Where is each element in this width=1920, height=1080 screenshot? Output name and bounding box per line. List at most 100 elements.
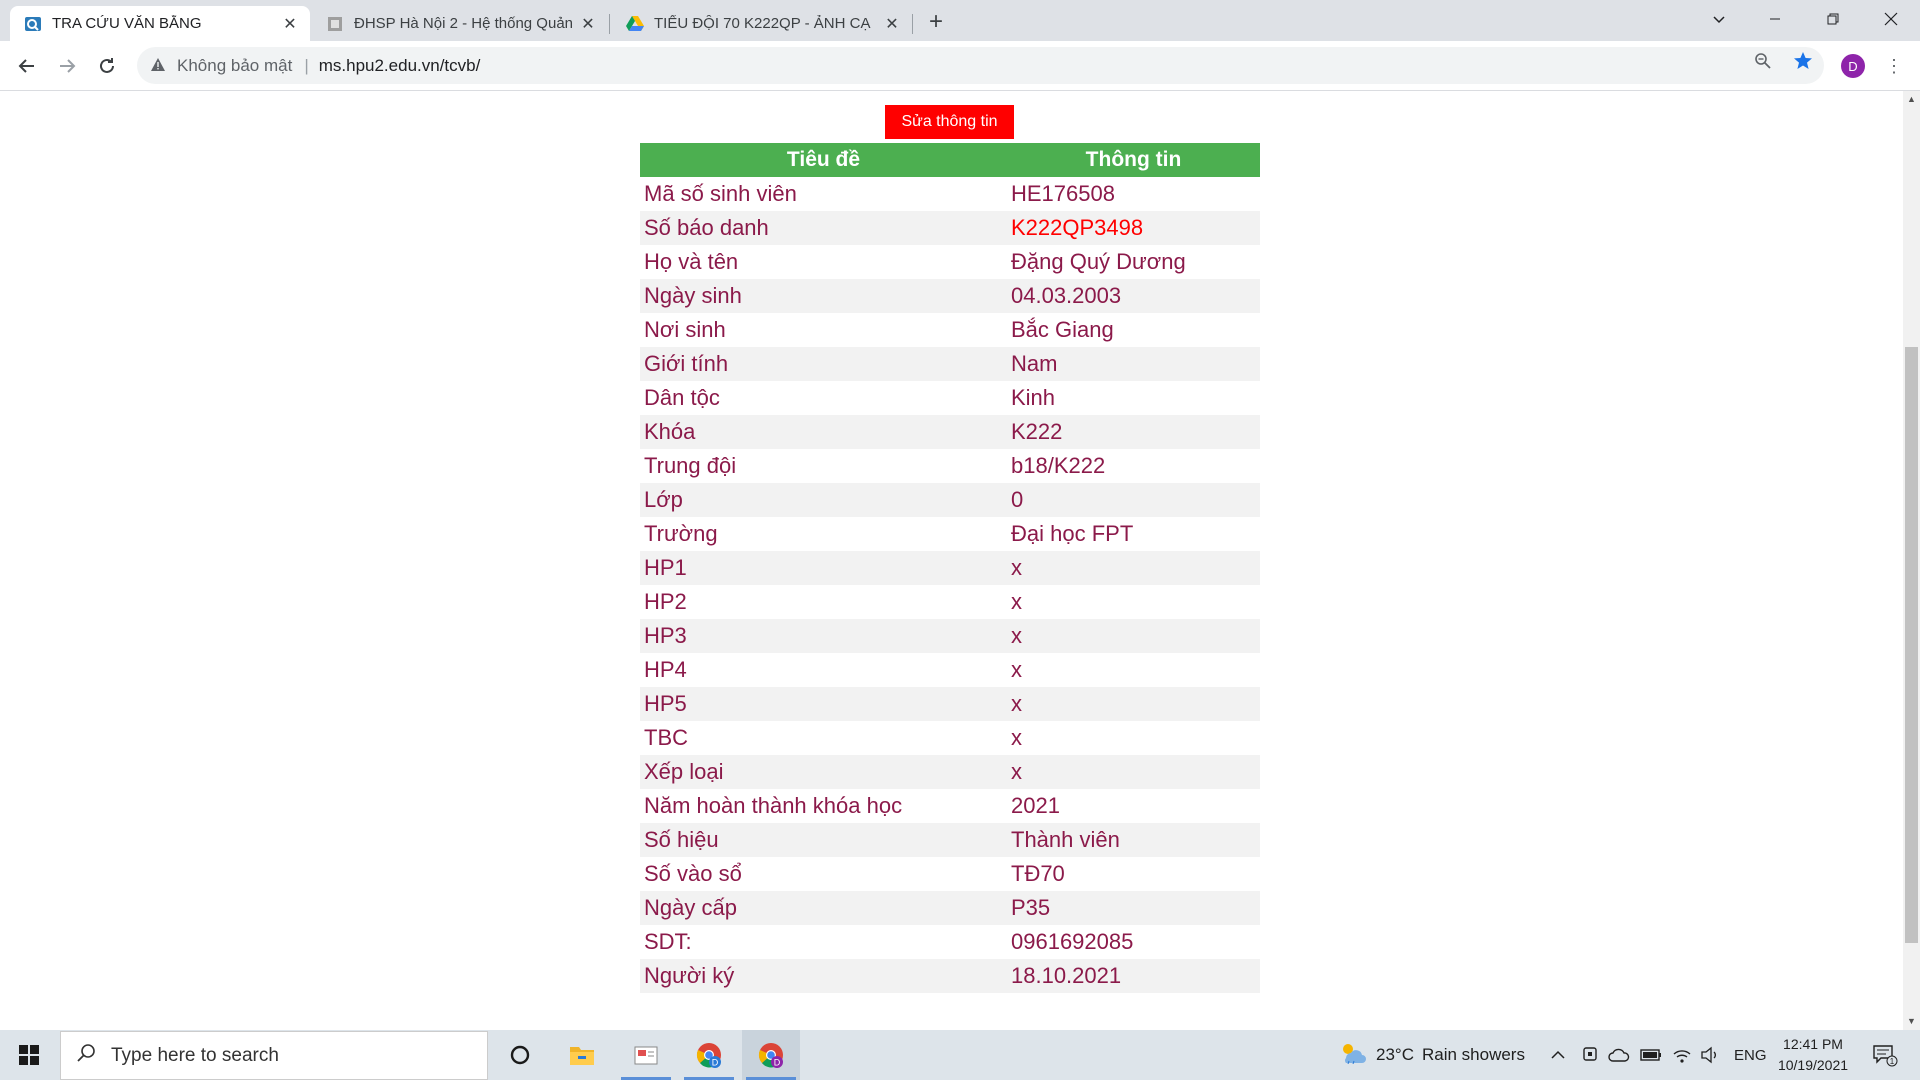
- table-row: Trung đội b18/K222: [640, 449, 1260, 483]
- row-value: HE176508: [1011, 181, 1115, 206]
- table-row: HP4 x: [640, 653, 1260, 687]
- table-row: SDT: 0961692085: [640, 925, 1260, 959]
- notification-center-icon[interactable]: 1: [1872, 1030, 1898, 1080]
- clock-time: 12:41 PM: [1783, 1036, 1843, 1052]
- row-value: Kinh: [1011, 385, 1056, 410]
- row-label: Khóa: [640, 415, 1007, 449]
- table-row: Lớp 0: [640, 483, 1260, 517]
- row-label: HP1: [640, 551, 1007, 585]
- row-value: P35: [1007, 891, 1260, 925]
- weather-widget[interactable]: 23°C Rain showers: [1340, 1030, 1525, 1080]
- row-label: SDT:: [644, 929, 692, 954]
- row-value: TĐ70: [1011, 861, 1065, 886]
- row-label: Dân tộc: [644, 385, 720, 410]
- table-row: Giới tính Nam: [640, 347, 1260, 381]
- row-value: Thành viên: [1007, 823, 1260, 857]
- site-favicon-icon: [24, 15, 42, 33]
- close-tab-icon[interactable]: ✕: [280, 14, 300, 34]
- table-row: Mã số sinh viên HE176508: [640, 177, 1260, 211]
- volume-icon[interactable]: [1700, 1030, 1720, 1080]
- battery-icon[interactable]: [1640, 1030, 1662, 1080]
- tab-tra-cuu-van-bang[interactable]: TRA CỨU VĂN BẰNG ✕: [10, 6, 310, 41]
- tab-title: TIỂU ĐỘI 70 K222QP - ẢNH CẠ: [654, 15, 871, 32]
- chrome-icon[interactable]: D: [680, 1030, 738, 1080]
- row-value: 2021: [1011, 793, 1060, 818]
- meet-now-icon[interactable]: [1582, 1030, 1598, 1080]
- security-label[interactable]: Không bảo mật: [177, 56, 292, 76]
- edit-info-button[interactable]: Sửa thông tin: [885, 105, 1014, 139]
- row-label: Xếp loại: [640, 755, 1007, 789]
- table-row: TBC x: [640, 721, 1260, 755]
- row-value: Bắc Giang: [1011, 317, 1114, 342]
- row-value: x: [1011, 725, 1022, 750]
- row-value: K222: [1007, 415, 1260, 449]
- tab-tieu-doi-70[interactable]: TIỂU ĐỘI 70 K222QP - ẢNH CẠ ✕: [612, 6, 912, 41]
- file-explorer-icon[interactable]: [553, 1030, 611, 1080]
- wifi-icon[interactable]: [1672, 1030, 1692, 1080]
- row-label: Nơi sinh: [644, 317, 726, 342]
- page-scrollbar[interactable]: ▲ ▼: [1903, 91, 1920, 1030]
- cortana-icon[interactable]: [491, 1030, 549, 1080]
- table-row: Năm hoàn thành khóa học 2021: [640, 789, 1260, 823]
- table-body: Mã số sinh viên HE176508 Số báo danh K222QP…: [640, 177, 1260, 993]
- not-secure-warning-icon[interactable]: [151, 57, 169, 74]
- table-row: Số báo danh K222QP3498: [640, 211, 1260, 245]
- input-language[interactable]: ENG: [1734, 1030, 1767, 1080]
- tab-strip: TRA CỨU VĂN BẰNG ✕ ĐHSP Hà Nội 2 - Hệ th…: [0, 0, 1920, 41]
- reload-button[interactable]: [91, 50, 123, 82]
- row-label: Ngày sinh: [640, 279, 1007, 313]
- tab-dhsp-ha-noi-2[interactable]: ĐHSP Hà Nội 2 - Hệ thống Quản ✕: [312, 6, 608, 41]
- row-label: Họ và tên: [644, 249, 739, 274]
- table-row: Xếp loại x: [640, 755, 1260, 789]
- scroll-down-arrow-icon[interactable]: ▼: [1903, 1013, 1920, 1030]
- minimize-button[interactable]: [1752, 0, 1798, 38]
- row-label: Người ký: [640, 959, 1007, 993]
- start-button[interactable]: [0, 1030, 58, 1080]
- row-label: Trường: [644, 521, 718, 546]
- chrome-profile-icon[interactable]: D: [742, 1030, 800, 1080]
- search-icon: [61, 1043, 111, 1069]
- tab-divider: [609, 14, 610, 34]
- row-label: Số vào sổ: [644, 861, 742, 886]
- browser-toolbar: Không bảo mật | ms.hpu2.edu.vn/tcvb/ D ⋮: [0, 41, 1920, 91]
- onedrive-cloud-icon[interactable]: [1608, 1030, 1630, 1080]
- new-tab-button[interactable]: +: [922, 9, 950, 37]
- bookmark-star-icon[interactable]: [1792, 50, 1814, 72]
- system-clock[interactable]: 12:41 PM 10/19/2021: [1768, 1034, 1858, 1076]
- tab-divider: [912, 14, 913, 34]
- close-window-button[interactable]: [1868, 0, 1914, 38]
- taskbar-search-box[interactable]: Type here to search: [60, 1031, 488, 1080]
- row-value: 0961692085: [1011, 929, 1134, 954]
- close-tab-icon[interactable]: ✕: [578, 14, 598, 34]
- table-row: Khóa K222: [640, 415, 1260, 449]
- row-value: 18.10.2021: [1007, 959, 1260, 993]
- row-label: HP2: [644, 589, 687, 614]
- table-header-row: Tiêu đề Thông tin: [640, 143, 1260, 177]
- svg-text:D: D: [774, 1058, 781, 1068]
- close-tab-icon[interactable]: ✕: [882, 14, 902, 34]
- table-row: Ngày sinh 04.03.2003: [640, 279, 1260, 313]
- table-row: Trường Đại học FPT: [640, 517, 1260, 551]
- scrollbar-thumb[interactable]: [1905, 347, 1918, 943]
- address-bar[interactable]: Không bảo mật | ms.hpu2.edu.vn/tcvb/: [137, 47, 1824, 84]
- weather-temperature: 23°C: [1376, 1045, 1414, 1064]
- more-menu-icon[interactable]: ⋮: [1885, 53, 1903, 79]
- row-label: Số báo danh: [640, 211, 1007, 245]
- url-text[interactable]: ms.hpu2.edu.vn/tcvb/: [319, 56, 481, 76]
- column-header-title: Tiêu đề: [640, 143, 1007, 177]
- scroll-up-arrow-icon[interactable]: ▲: [1903, 91, 1920, 108]
- forward-button[interactable]: [51, 50, 83, 82]
- table-row: Số hiệu Thành viên: [640, 823, 1260, 857]
- row-label: Năm hoàn thành khóa học: [644, 793, 903, 818]
- row-value: K222QP3498: [1007, 211, 1260, 245]
- tab-search-chevron-icon[interactable]: [1696, 0, 1742, 38]
- show-hidden-icons-chevron-icon[interactable]: [1550, 1030, 1566, 1080]
- profile-avatar[interactable]: D: [1841, 54, 1865, 78]
- restore-button[interactable]: [1810, 0, 1856, 38]
- row-label: Trung đội: [644, 453, 737, 478]
- tab-title: TRA CỨU VĂN BẰNG: [52, 15, 202, 32]
- back-button[interactable]: [11, 50, 43, 82]
- zoom-icon[interactable]: [1752, 50, 1774, 72]
- search-placeholder: Type here to search: [111, 1044, 279, 1066]
- snipping-tool-icon[interactable]: [617, 1030, 675, 1080]
